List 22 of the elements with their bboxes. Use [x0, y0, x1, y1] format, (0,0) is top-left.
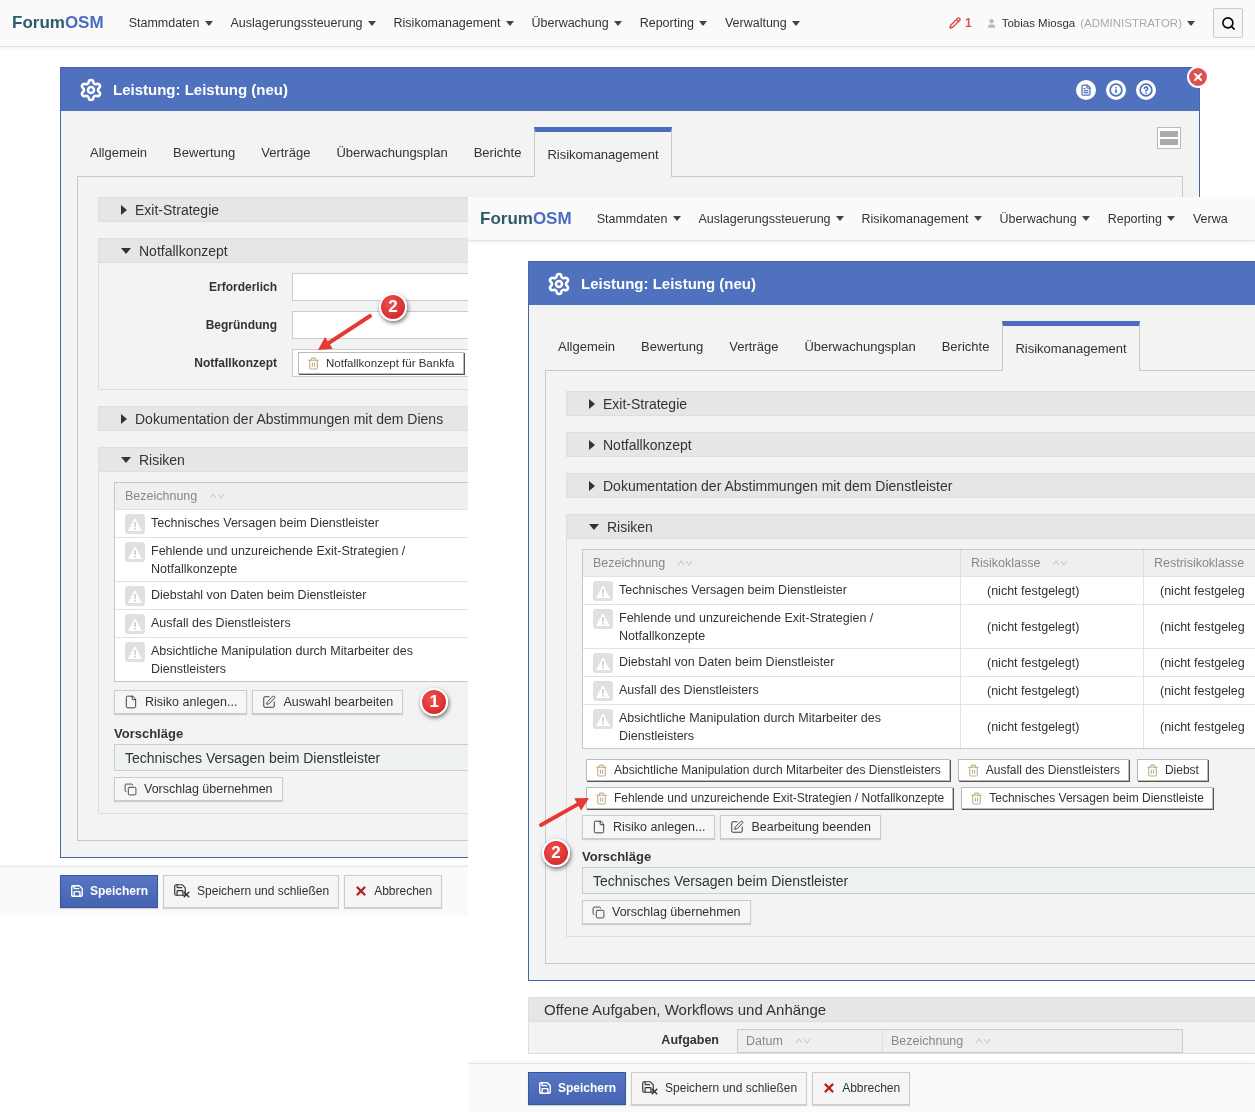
- table-cell-text: Absichtliche Manipulation durch Mitarbeiter des Dienstleisters: [151, 643, 414, 678]
- dialog-title: Leistung: Leistung (neu): [113, 81, 288, 98]
- suggestions-label: Vorschläge: [114, 726, 184, 741]
- table-cell-text: Diebstahl von Daten beim Dienstleister: [619, 654, 835, 671]
- step-badge: 2: [542, 839, 570, 867]
- field-label: Begründung: [204, 318, 277, 332]
- table-cell-text: Absichtliche Manipulation durch Mitarbeiter des Dienstleisters: [619, 710, 882, 745]
- step-badge: 1: [420, 688, 449, 716]
- table-cell: (nicht festgelegt): [960, 705, 1143, 748]
- table-cell-text: Technisches Versagen beim Dienstleister: [619, 582, 847, 599]
- table-cell-text: Diebstahl von Daten beim Dienstleister: [151, 587, 367, 604]
- table-cell-text: Ausfall des Dienstleisters: [619, 682, 759, 699]
- field-label: Notfallkonzept: [193, 356, 277, 370]
- field-label: Erforderlich: [208, 280, 277, 294]
- suggestions-label: Vorschläge: [582, 849, 652, 864]
- table-cell: (nicht festgeleg: [1143, 705, 1255, 748]
- table-cell-text: Fehlende und unzureichende Exit-Strategien / Notfallkonzepte: [619, 610, 875, 645]
- dialog-title: Leistung: Leistung (neu): [581, 275, 756, 292]
- field-label: Aufgaben: [660, 1032, 719, 1047]
- table-cell-text: Technisches Versagen beim Dienstleister: [151, 515, 379, 532]
- table-cell-text: Fehlende und unzureichende Exit-Strategien / Notfallkonzepte: [151, 543, 407, 578]
- table-cell-text: Ausfall des Dienstleisters: [151, 615, 291, 632]
